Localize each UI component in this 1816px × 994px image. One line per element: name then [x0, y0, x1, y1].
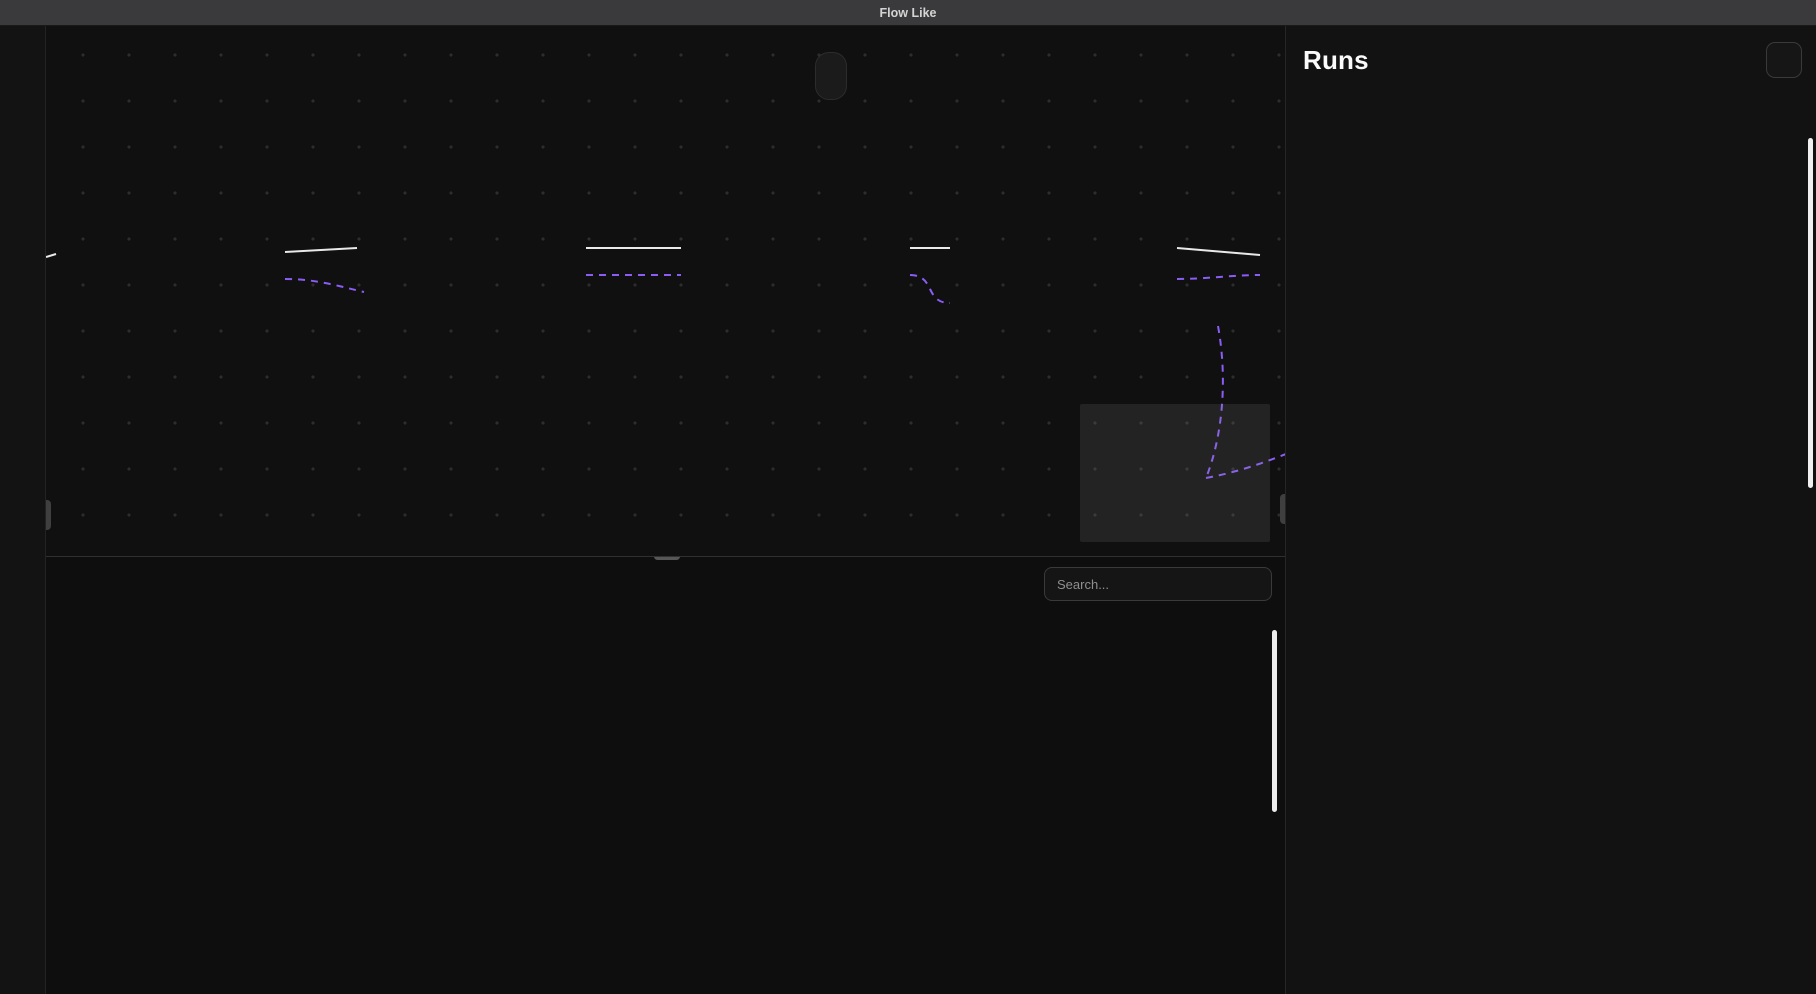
app-frame: Runs — [0, 26, 1816, 994]
edge-exec-1[interactable] — [285, 248, 357, 252]
runs-title: Runs — [1303, 45, 1369, 76]
log-panel — [46, 556, 1285, 994]
runs-scrollbar[interactable] — [1808, 138, 1813, 488]
edge-exec-offscreen[interactable] — [46, 254, 56, 257]
flow-canvas[interactable] — [46, 26, 1285, 556]
splitter-handle[interactable] — [654, 556, 680, 560]
runs-panel: Runs — [1285, 26, 1816, 994]
edge-data-model-value[interactable] — [910, 275, 950, 303]
edge-exec-4[interactable] — [1177, 248, 1260, 255]
main-area — [46, 26, 1285, 994]
traffic-lights — [13, 6, 68, 19]
minimize-window-button[interactable] — [34, 6, 47, 19]
runs-header: Runs — [1303, 42, 1802, 78]
log-search — [1044, 567, 1272, 601]
edge-data-newvalue-right[interactable] — [1177, 275, 1260, 279]
edge-data-newvalue[interactable] — [285, 279, 364, 292]
log-scrollbar[interactable] — [1272, 630, 1277, 812]
log-search-input[interactable] — [1044, 567, 1272, 601]
zoom-window-button[interactable] — [55, 6, 68, 19]
sidebar — [0, 26, 46, 994]
window-title: Flow Like — [880, 6, 937, 20]
canvas-toolbar — [815, 52, 847, 100]
panel-drag-handle-left[interactable] — [46, 500, 51, 530]
refresh-runs-button[interactable] — [1766, 42, 1802, 78]
log-toolbar — [65, 567, 1272, 601]
window-titlebar: Flow Like — [0, 0, 1816, 26]
close-window-button[interactable] — [13, 6, 26, 19]
selection-overlay — [1080, 404, 1270, 542]
